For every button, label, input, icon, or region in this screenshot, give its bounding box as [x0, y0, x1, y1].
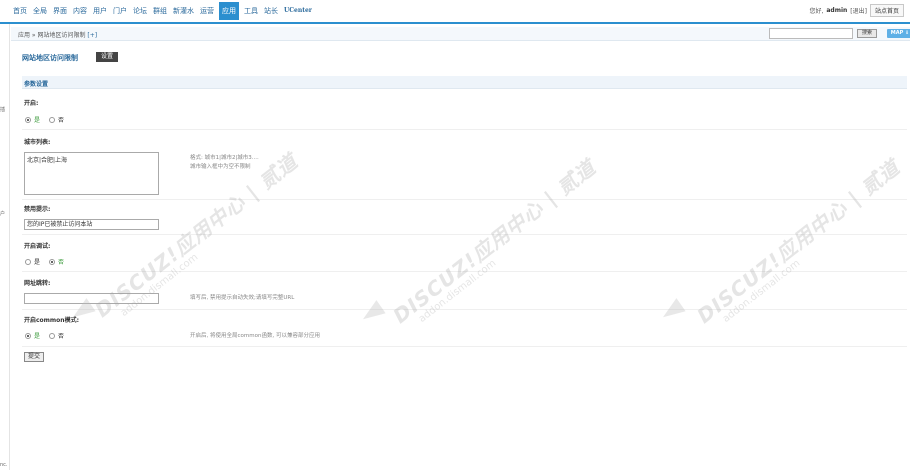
row-divider: [22, 309, 907, 310]
cities-label: 城市列表:: [24, 139, 51, 146]
common-yes-radio[interactable]: [25, 332, 31, 339]
left-menu: 插 户 nc.: [0, 24, 10, 470]
section-title: 参数设置: [24, 81, 49, 88]
left-menu-fragment[interactable]: 插: [0, 106, 5, 113]
common-radio-group: 是 否: [25, 331, 70, 340]
greeting: 您好,: [809, 8, 824, 15]
left-menu-fragment[interactable]: nc.: [0, 462, 8, 468]
row-divider: [22, 129, 907, 130]
debug-yes-label[interactable]: 是: [34, 257, 40, 266]
breadcrumb-bar: 应用 » 网站地区访问限制 [+] 搜索 MAP ⇓: [11, 27, 910, 41]
message-input[interactable]: 您的IP已被禁止访问本站: [24, 219, 159, 230]
page-title: 网站地区访问限制: [22, 54, 78, 62]
nav-item-ucenter[interactable]: UCenter: [283, 6, 313, 20]
row-divider: [22, 234, 907, 235]
debug-label: 开启调试:: [24, 243, 51, 250]
watermark-text: DISCUZ!应用中心 | 贰道: [692, 155, 905, 329]
nav-item-content[interactable]: 内容: [72, 6, 88, 20]
watermark-domain: addon.dismall.com: [416, 257, 499, 325]
search-button[interactable]: 搜索: [857, 29, 877, 38]
nav-items: 首页 全局 界面 内容 用户 门户 论坛 群组 新灌水 运营 应用 工具 站长 …: [12, 2, 313, 20]
nav-item-water[interactable]: 新灌水: [172, 6, 195, 20]
app-root: 首页 全局 界面 内容 用户 门户 论坛 群组 新灌水 运营 应用 工具 站长 …: [0, 0, 910, 470]
debug-no-radio[interactable]: [49, 258, 56, 265]
nav-item-home[interactable]: 首页: [12, 6, 28, 20]
common-hint: 开启后, 将使用全局common函数, 可以兼容部分应用: [190, 333, 320, 339]
breadcrumb: 应用 » 网站地区访问限制 [+]: [18, 30, 97, 39]
nav-item-apps[interactable]: 应用: [219, 2, 239, 20]
redirect-hint: 填写后, 禁用提示自动失效;请填写完整URL: [190, 295, 295, 301]
left-menu-fragment[interactable]: 户: [0, 210, 5, 217]
breadcrumb-path[interactable]: 应用 » 网站地区访问限制: [18, 32, 86, 39]
redirect-input[interactable]: [24, 293, 159, 304]
top-nav: 首页 全局 界面 内容 用户 门户 论坛 群组 新灌水 运营 应用 工具 站长 …: [0, 0, 910, 22]
watermark-domain: addon.dismall.com: [720, 257, 803, 325]
search-input[interactable]: [769, 28, 853, 39]
username: admin: [826, 7, 848, 14]
submit-button[interactable]: 提交: [24, 352, 44, 362]
nav-item-user[interactable]: 用户: [92, 6, 108, 20]
message-label: 禁用提示:: [24, 206, 51, 213]
common-no-radio[interactable]: [49, 332, 56, 339]
watermark-text: DISCUZ!应用中心 | 贰道: [388, 155, 601, 329]
enable-radio-group: 是 否: [25, 115, 70, 124]
nav-divider: [0, 22, 910, 24]
debug-no-label[interactable]: 否: [58, 257, 64, 266]
cities-hint: 格式: 城市1|城市2|城市3.... 城市输入框中为空不限制: [190, 154, 259, 172]
nav-item-forum[interactable]: 论坛: [132, 6, 148, 20]
debug-yes-radio[interactable]: [25, 258, 31, 265]
enable-yes-label[interactable]: 是: [34, 115, 40, 124]
common-no-label[interactable]: 否: [58, 331, 64, 340]
row-divider: [22, 271, 907, 272]
enable-yes-radio[interactable]: [25, 116, 31, 123]
nav-item-group[interactable]: 群组: [152, 6, 168, 20]
debug-radio-group: 是 否: [25, 257, 70, 266]
enable-no-radio[interactable]: [49, 116, 56, 123]
nav-item-global[interactable]: 全局: [32, 6, 48, 20]
logout-link[interactable]: [退出]: [850, 6, 867, 15]
row-divider: [22, 346, 907, 347]
site-home-button[interactable]: 站点首页: [869, 4, 904, 17]
nav-item-portal[interactable]: 门户: [112, 6, 128, 20]
cities-hint-line: 格式: 城市1|城市2|城市3....: [190, 155, 259, 161]
nav-item-operation[interactable]: 运营: [199, 6, 215, 20]
watermark-arrow-icon: [658, 298, 686, 324]
cities-textarea[interactable]: 北京|合肥|上海: [24, 152, 159, 195]
common-yes-label[interactable]: 是: [34, 331, 40, 340]
enable-label: 开启:: [24, 100, 39, 107]
add-shortcut-link[interactable]: [+]: [87, 32, 97, 39]
tab-settings[interactable]: 设置: [96, 52, 119, 62]
row-divider: [22, 199, 907, 200]
nav-item-style[interactable]: 界面: [52, 6, 68, 20]
cities-hint-line: 城市输入框中为空不限制: [190, 164, 251, 170]
nav-item-founder[interactable]: 站长: [263, 6, 279, 20]
map-button[interactable]: MAP ⇓: [887, 29, 910, 38]
watermark-arrow-icon: [358, 300, 386, 326]
common-label: 开启common模式:: [24, 317, 79, 324]
user-area: 您好, admin [退出] 站点首页: [809, 4, 904, 17]
section-header: 参数设置: [22, 76, 907, 89]
nav-item-tools[interactable]: 工具: [243, 6, 259, 20]
enable-no-label[interactable]: 否: [58, 115, 64, 124]
redirect-label: 网址跳转:: [24, 280, 51, 287]
